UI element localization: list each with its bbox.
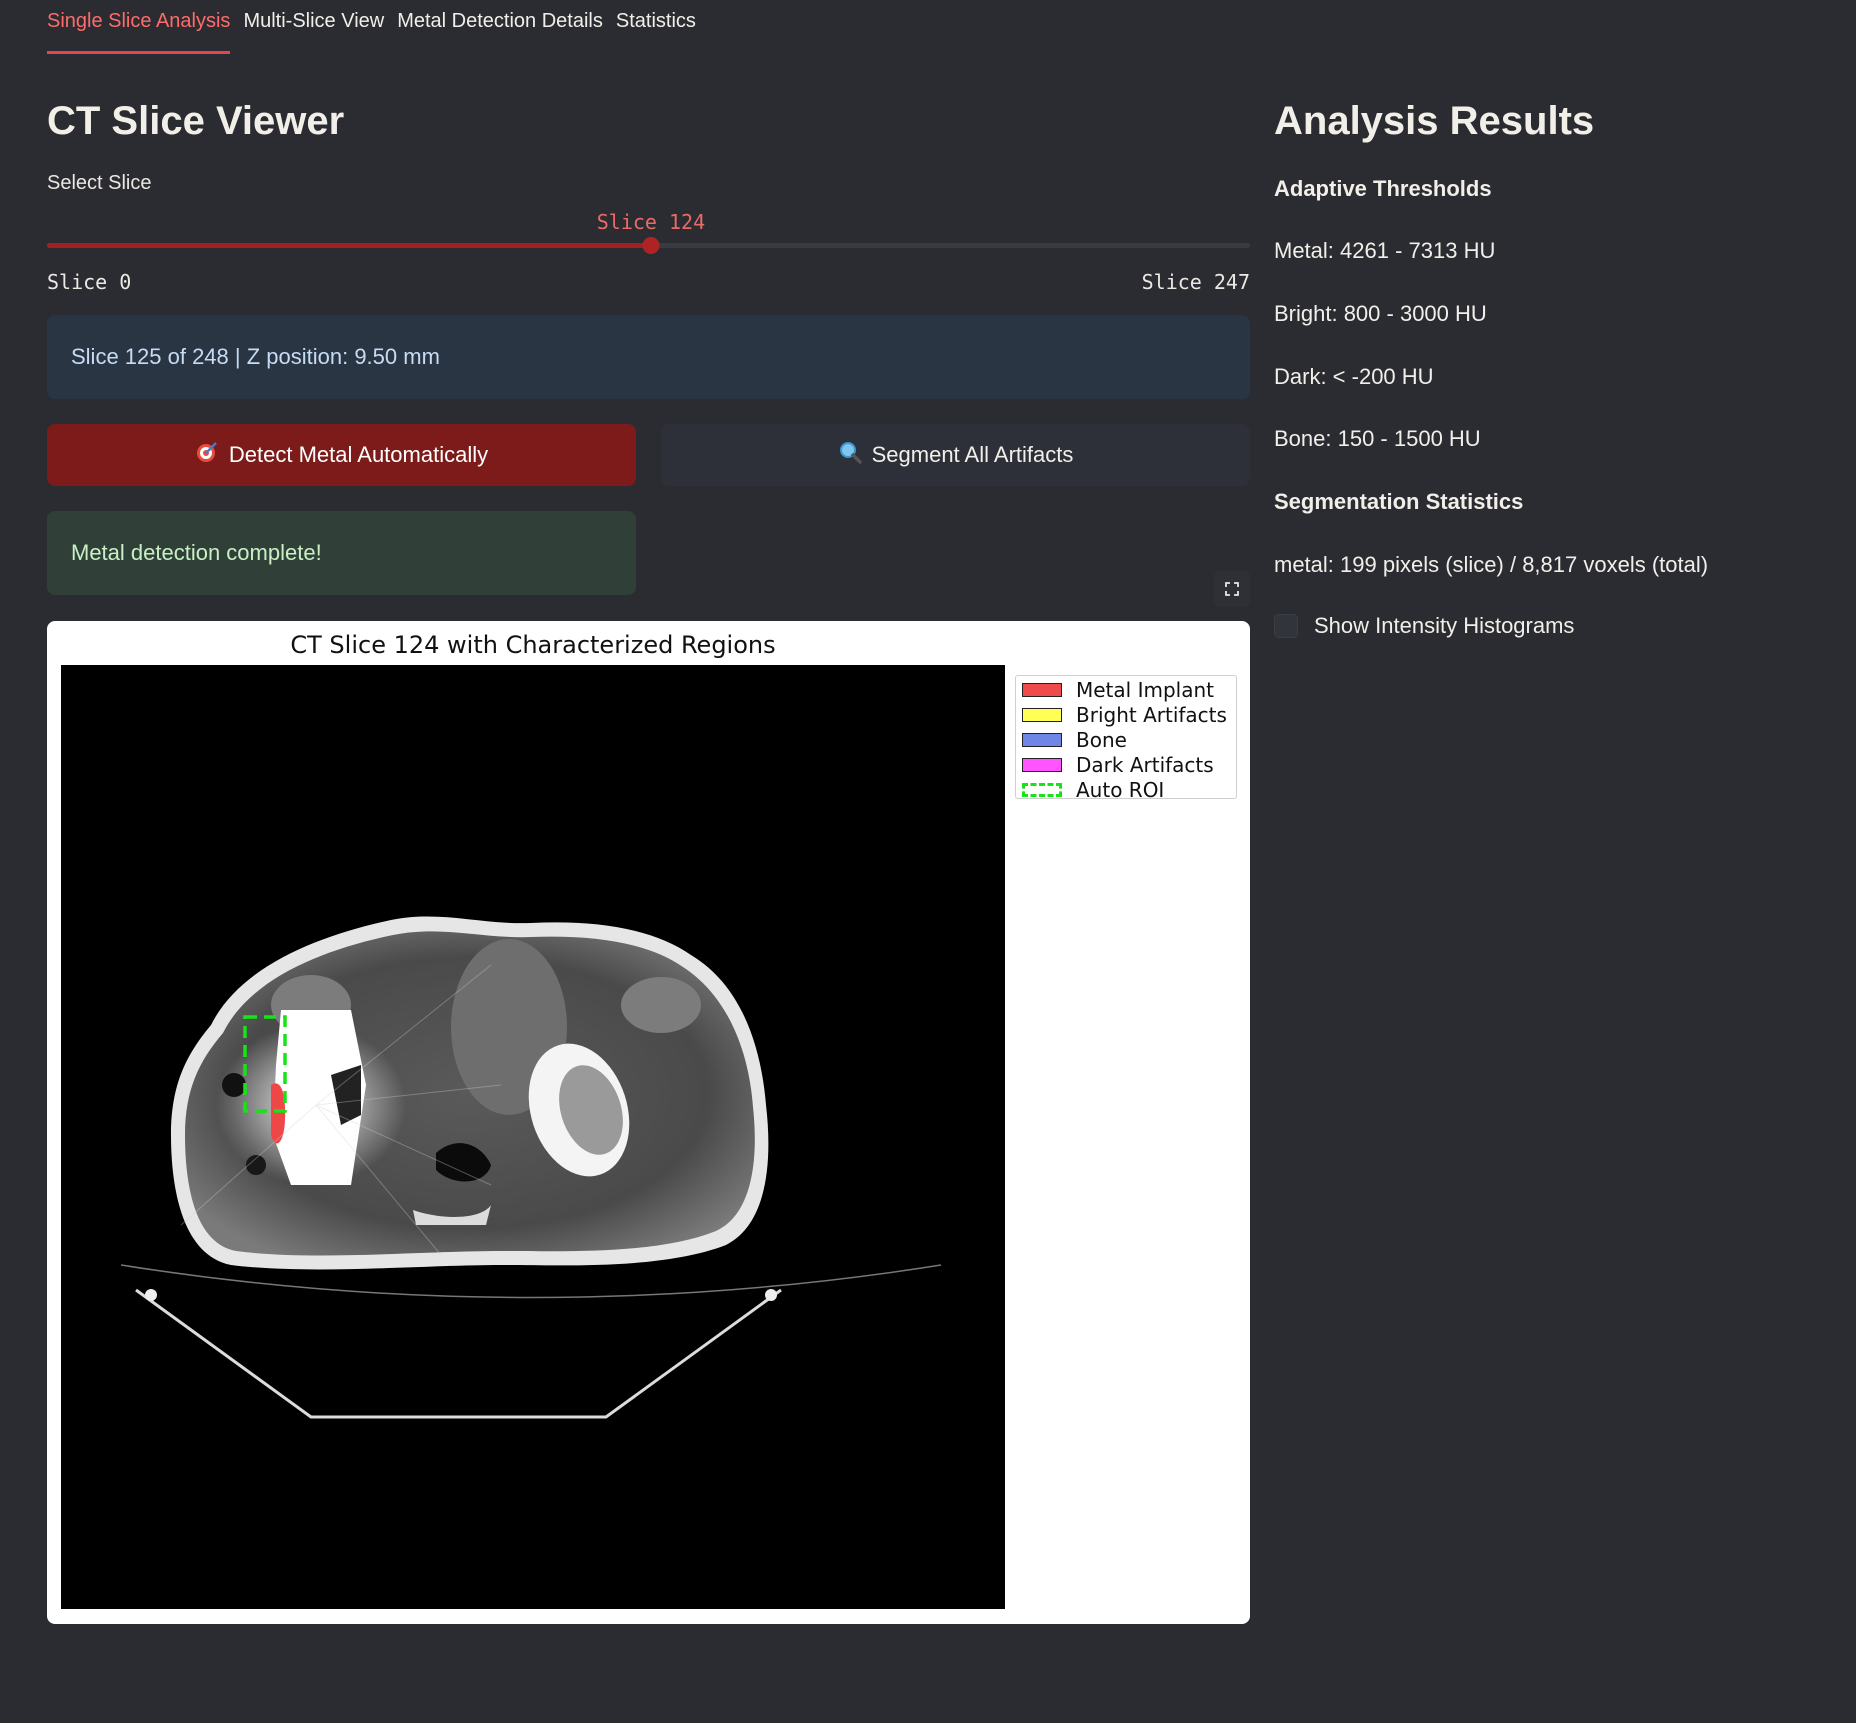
figure-legend: Metal Implant Bright Artifacts Bone Dark…	[1015, 675, 1237, 802]
tab-bar: Single Slice Analysis Multi-Slice View M…	[47, 0, 696, 54]
bright-threshold: Bright: 800 - 3000 HU	[1274, 301, 1487, 326]
legend-label-bright: Bright Artifacts	[1076, 703, 1227, 727]
slider-thumb[interactable]	[642, 237, 660, 254]
segmentation-heading: Segmentation Statistics	[1274, 489, 1524, 514]
legend-swatch-dark	[1022, 758, 1062, 772]
legend-swatch-metal	[1022, 683, 1062, 697]
legend-swatch-roi	[1022, 783, 1062, 797]
results-column: Analysis Results Adaptive Thresholds Met…	[1274, 96, 1834, 638]
legend-bone: Bone	[1022, 726, 1127, 754]
ct-slice-image	[61, 665, 1005, 1609]
slider-min-label: Slice 0	[47, 270, 132, 294]
legend-bright-artifacts: Bright Artifacts	[1022, 701, 1227, 729]
fullscreen-icon[interactable]	[1214, 571, 1250, 607]
slice-slider-label: Select Slice	[47, 172, 152, 194]
legend-dark-artifacts: Dark Artifacts	[1022, 751, 1214, 779]
histogram-checkbox[interactable]	[1274, 614, 1298, 638]
legend-auto-roi: Auto ROI	[1022, 776, 1164, 804]
legend-label-dark: Dark Artifacts	[1076, 753, 1214, 777]
viewer-title: CT Slice Viewer	[47, 99, 345, 143]
figure-title: CT Slice 124 with Characterized Regions	[290, 631, 776, 659]
tab-statistics[interactable]: Statistics	[616, 0, 696, 54]
legend-label-bone: Bone	[1076, 728, 1127, 752]
viewer-column: CT Slice Viewer Select Slice Slice 124 S…	[47, 96, 1250, 607]
success-message: Metal detection complete!	[47, 511, 636, 595]
magnifier-icon	[838, 440, 862, 470]
detect-metal-button[interactable]: Detect Metal Automatically	[47, 424, 636, 486]
ct-figure: CT Slice 124 with Characterized Regions	[47, 621, 1250, 1624]
results-title: Analysis Results	[1274, 99, 1595, 143]
slice-slider[interactable]: Slice 124 Slice 0 Slice 247	[47, 195, 1250, 295]
metal-threshold: Metal: 4261 - 7313 HU	[1274, 238, 1496, 263]
bone-threshold: Bone: 150 - 1500 HU	[1274, 426, 1481, 451]
tab-multi-slice-view[interactable]: Multi-Slice View	[243, 0, 384, 54]
legend-label-roi: Auto ROI	[1076, 778, 1165, 802]
slice-info-box: Slice 125 of 248 | Z position: 9.50 mm	[47, 315, 1250, 399]
target-icon	[195, 440, 219, 470]
dark-threshold: Dark: < -200 HU	[1274, 364, 1434, 389]
histogram-toggle-label: Show Intensity Histograms	[1314, 613, 1575, 638]
legend-metal-implant: Metal Implant	[1022, 676, 1214, 704]
metal-segmentation-stat: metal: 199 pixels (slice) / 8,817 voxels…	[1274, 552, 1709, 577]
slider-fill	[47, 243, 651, 248]
legend-swatch-bone	[1022, 733, 1062, 747]
tab-single-slice-analysis[interactable]: Single Slice Analysis	[47, 0, 231, 54]
thresholds-heading: Adaptive Thresholds	[1274, 176, 1492, 201]
segment-artifacts-button[interactable]: Segment All Artifacts	[661, 424, 1250, 486]
histogram-toggle[interactable]: Show Intensity Histograms	[1274, 613, 1574, 639]
legend-swatch-bright	[1022, 708, 1062, 722]
tab-metal-detection-details[interactable]: Metal Detection Details	[397, 0, 603, 54]
slider-max-label: Slice 247	[1141, 270, 1250, 294]
segment-artifacts-label: Segment All Artifacts	[871, 442, 1074, 467]
legend-label-metal: Metal Implant	[1076, 678, 1214, 702]
slider-value-label: Slice 124	[596, 210, 706, 234]
detect-metal-label: Detect Metal Automatically	[228, 442, 489, 467]
